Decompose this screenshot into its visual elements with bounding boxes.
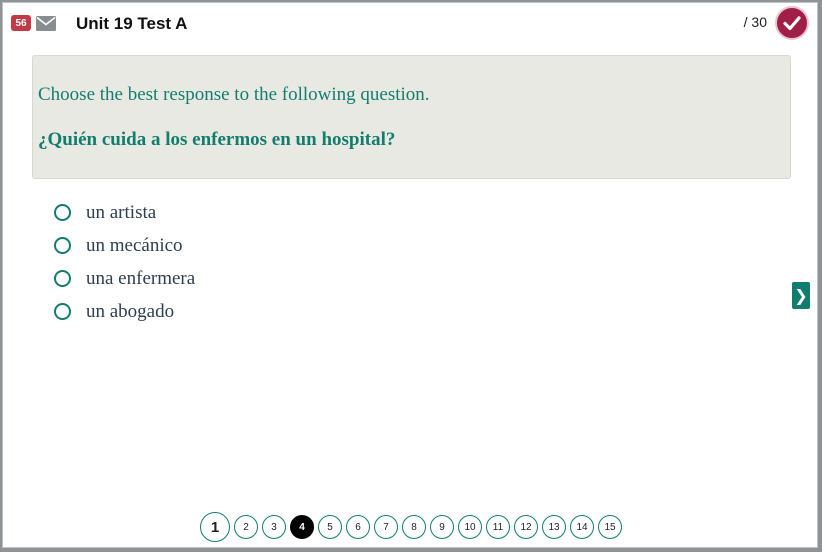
answer-option[interactable]: una enfermera (53, 262, 195, 295)
page-button[interactable]: 13 (542, 515, 566, 539)
page-button[interactable]: 8 (402, 515, 426, 539)
page-button[interactable]: 5 (318, 515, 342, 539)
page-button[interactable]: 2 (234, 515, 258, 539)
page-button-current[interactable]: 1 (200, 512, 230, 542)
question-instruction: Choose the best response to the followin… (38, 84, 430, 105)
test-window: 56 Unit 19 Test A / 30 Choose the best r… (2, 2, 818, 548)
question-pager: 1 2 3 4 5 6 7 8 9 10 11 12 13 14 15 (200, 512, 626, 542)
page-title: Unit 19 Test A (76, 14, 188, 33)
page-button[interactable]: 6 (346, 515, 370, 539)
submit-button[interactable] (775, 6, 809, 40)
answer-option-label: un mecánico (86, 234, 183, 256)
radio-button[interactable] (54, 303, 71, 320)
page-button[interactable]: 14 (570, 515, 594, 539)
answer-option-label: un artista (86, 201, 157, 223)
envelope-icon[interactable] (36, 16, 56, 31)
score-display: / 30 (743, 14, 767, 30)
question-panel: Choose the best response to the followin… (32, 55, 791, 179)
answer-option[interactable]: un abogado (53, 295, 195, 328)
answer-options: un artista un mecánico una enfermera un … (53, 196, 195, 328)
page-button[interactable]: 10 (458, 515, 482, 539)
question-prompt: ¿Quién cuida a los enfermos en un hospit… (38, 129, 396, 150)
radio-button[interactable] (54, 204, 71, 221)
page-button[interactable]: 9 (430, 515, 454, 539)
page-button[interactable]: 11 (486, 515, 510, 539)
page-button[interactable]: 7 (374, 515, 398, 539)
page-button[interactable]: 3 (262, 515, 286, 539)
answer-option[interactable]: un artista (53, 196, 195, 229)
checkmark-icon (783, 16, 801, 31)
page-button[interactable]: 12 (514, 515, 538, 539)
answer-option-label: un abogado (86, 300, 175, 322)
radio-button[interactable] (54, 237, 71, 254)
notification-badge[interactable]: 56 (11, 15, 31, 31)
page-button-active[interactable]: 4 (290, 515, 314, 539)
answer-option-label: una enfermera (86, 267, 196, 289)
answer-option[interactable]: un mecánico (53, 229, 195, 262)
next-question-button[interactable]: ❯ (792, 282, 810, 309)
radio-button[interactable] (54, 270, 71, 287)
page-button[interactable]: 15 (598, 515, 622, 539)
